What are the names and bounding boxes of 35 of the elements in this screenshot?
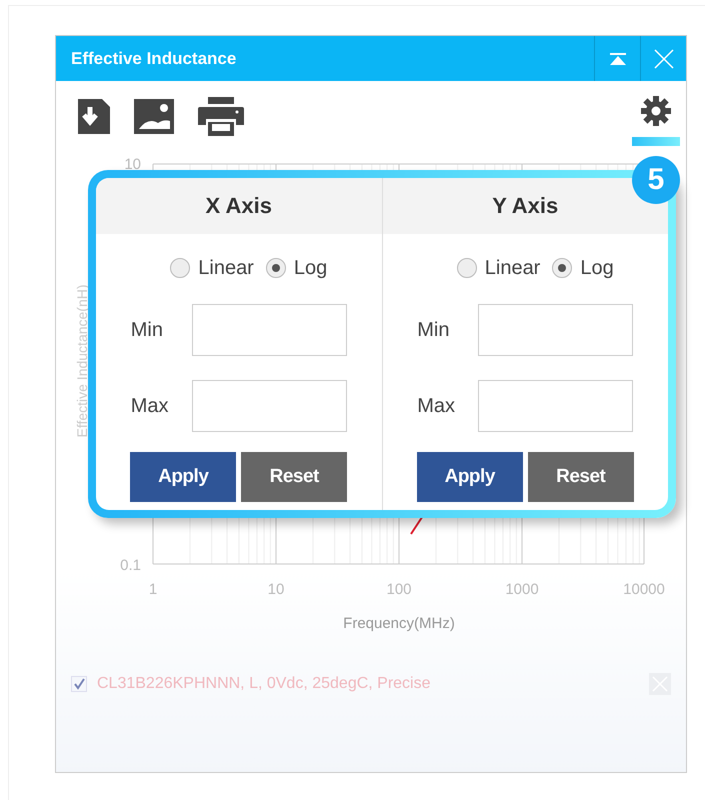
image-icon[interactable] xyxy=(134,98,174,134)
x-tick-label: 10 xyxy=(268,581,284,598)
input-field[interactable] xyxy=(192,304,347,356)
close-icon xyxy=(654,48,674,68)
print-icon[interactable] xyxy=(198,96,244,136)
reset-button[interactable]: Reset xyxy=(528,452,634,502)
panel-title: X Axis xyxy=(96,178,382,234)
scale-radio[interactable]: Log xyxy=(266,256,328,280)
x-tick-label: 10000 xyxy=(623,581,665,598)
field-label: Max xyxy=(130,394,170,418)
apply-button[interactable]: Apply xyxy=(416,452,523,502)
scale-radio[interactable]: Linear xyxy=(170,256,254,280)
download-icon[interactable] xyxy=(78,98,110,134)
x-tick-label: 100 xyxy=(386,581,412,598)
x-axis-label: Frequency(MHz) xyxy=(343,615,455,632)
input-field[interactable] xyxy=(192,380,347,432)
window-title: Effective Inductance xyxy=(70,48,238,70)
field-label: Min xyxy=(417,318,450,342)
y-tick-label: 0.1 xyxy=(120,557,141,574)
apply-button[interactable]: Apply xyxy=(130,452,236,502)
settings-icon[interactable] xyxy=(640,95,672,127)
collapse-icon xyxy=(608,52,626,66)
input-field[interactable] xyxy=(478,380,634,432)
field-label: Min xyxy=(130,318,164,342)
y-tick-label: 10 xyxy=(124,156,141,173)
x-tick-label: 1 xyxy=(148,581,158,598)
scale-radio[interactable]: Log xyxy=(552,256,614,280)
scale-radio[interactable]: Linear xyxy=(456,256,540,280)
reset-button[interactable]: Reset xyxy=(241,452,348,502)
legend-checkbox[interactable] xyxy=(71,676,87,692)
input-field[interactable] xyxy=(478,304,634,356)
field-label: Max xyxy=(417,394,456,418)
legend-label: CL31B226KPHNNN, L, 0Vdc, 25degC, Precise xyxy=(97,675,432,693)
highlight-bar xyxy=(632,137,680,146)
x-tick-label: 1000 xyxy=(505,581,539,598)
